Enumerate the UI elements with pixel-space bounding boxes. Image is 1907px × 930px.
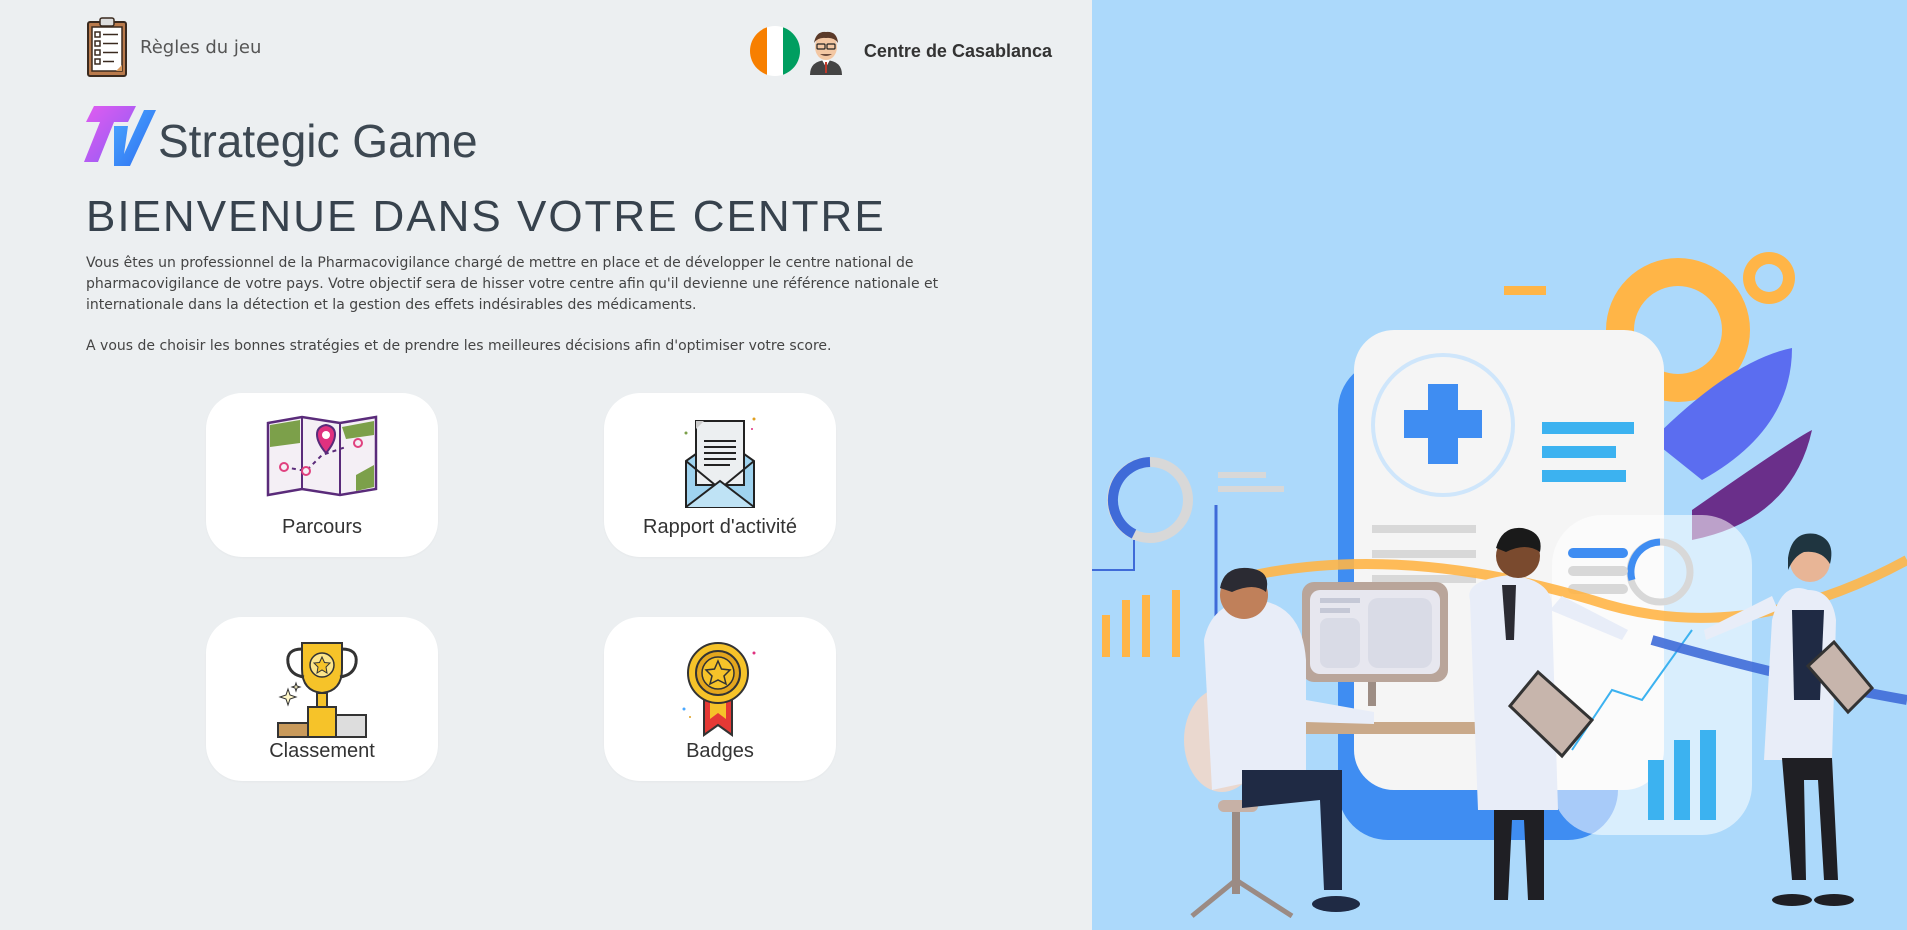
page-title: BIENVENUE DANS VOTRE CENTRE — [86, 192, 886, 241]
brand-logo: Strategic Game — [84, 104, 478, 166]
country-flag — [749, 26, 800, 76]
center-name: Centre de Casablanca — [863, 40, 1052, 61]
doctors-illustration — [1092, 252, 1907, 919]
avatar — [809, 31, 842, 75]
card-label: Badges — [686, 740, 754, 762]
intro-text: Vous êtes un professionnel de la Pharmac… — [86, 253, 956, 357]
medal-badge-icon — [682, 642, 756, 737]
mail-report-icon — [684, 417, 756, 508]
card-label: Classement — [269, 740, 375, 762]
card-label: Parcours — [281, 516, 363, 538]
clipboard-checklist-icon — [87, 17, 127, 77]
center-info: Centre de Casablanca — [749, 26, 1052, 76]
card-classement[interactable]: Classement — [206, 617, 438, 781]
map-icon — [266, 415, 378, 497]
intro-paragraph-1: Vous êtes un professionnel de la Pharmac… — [86, 255, 939, 313]
card-rapport-activite[interactable]: Rapport d'activité — [604, 393, 836, 557]
brand-name: Strategic Game — [158, 115, 478, 167]
left-panel: Règles du jeu Centre de Casablanca Strat… — [0, 0, 1092, 930]
rules-link[interactable]: Règles du jeu — [86, 16, 261, 78]
intro-paragraph-2: A vous de choisir les bonnes stratégies … — [86, 338, 832, 354]
rules-label: Règles du jeu — [140, 36, 262, 58]
card-label: Rapport d'activité — [643, 516, 797, 538]
brand-mark-icon — [84, 106, 156, 166]
card-badges[interactable]: Badges — [604, 617, 836, 781]
trophy-icon — [277, 642, 367, 738]
card-parcours[interactable]: Parcours — [206, 393, 438, 557]
hero-illustration-panel — [1092, 0, 1907, 930]
